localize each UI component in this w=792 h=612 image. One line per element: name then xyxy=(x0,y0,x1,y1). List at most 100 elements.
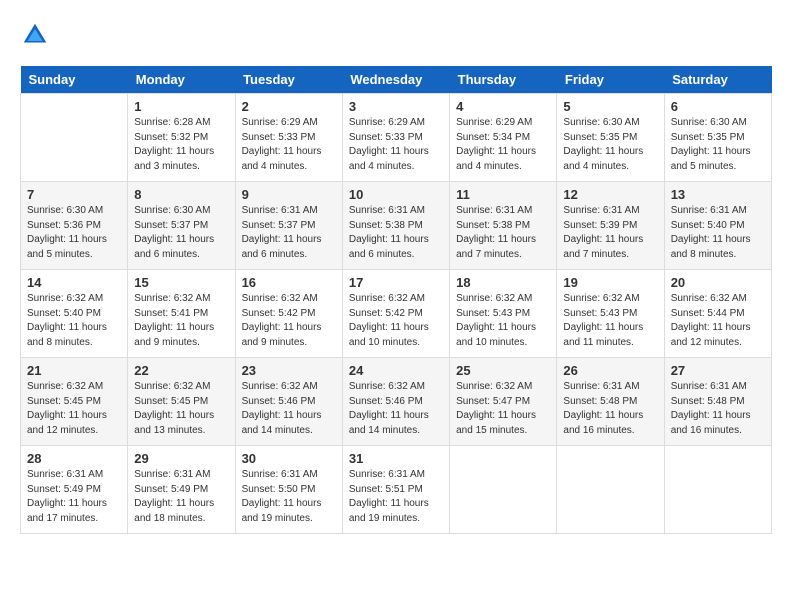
calendar-cell: 30 Sunrise: 6:31 AMSunset: 5:50 PMDayligh… xyxy=(235,446,342,534)
day-number: 19 xyxy=(563,275,657,290)
day-info: Sunrise: 6:28 AMSunset: 5:32 PMDaylight:… xyxy=(134,116,228,174)
calendar-table: SundayMondayTuesdayWednesdayThursdayFrid… xyxy=(20,66,772,534)
logo xyxy=(20,20,56,50)
day-info: Sunrise: 6:31 AMSunset: 5:38 PMDaylight:… xyxy=(349,204,443,262)
calendar-cell: 2 Sunrise: 6:29 AMSunset: 5:33 PMDaylight… xyxy=(235,94,342,182)
calendar-cell: 22 Sunrise: 6:32 AMSunset: 5:45 PMDayligh… xyxy=(128,358,235,446)
calendar-cell: 26Sunrise: 6:31 AMSunset: 5:48 PMDayligh… xyxy=(557,358,664,446)
day-info: Sunrise: 6:32 AMSunset: 5:43 PMDaylight:… xyxy=(456,292,550,350)
calendar-cell: 17Sunrise: 6:32 AMSunset: 5:42 PMDayligh… xyxy=(342,270,449,358)
day-info: Sunrise: 6:30 AMSunset: 5:35 PMDaylight:… xyxy=(671,116,765,174)
day-number: 6 xyxy=(671,99,765,114)
day-info: Sunrise: 6:31 AMSunset: 5:50 PMDaylight:… xyxy=(242,468,336,526)
calendar-cell: 27 Sunrise: 6:31 AMSunset: 5:48 PMDayligh… xyxy=(664,358,771,446)
logo-icon xyxy=(20,20,50,50)
calendar-cell: 12 Sunrise: 6:31 AMSunset: 5:39 PMDayligh… xyxy=(557,182,664,270)
header-sunday: Sunday xyxy=(21,66,128,94)
day-info: Sunrise: 6:30 AMSunset: 5:37 PMDaylight:… xyxy=(134,204,228,262)
day-number: 22 xyxy=(134,363,228,378)
day-info: Sunrise: 6:31 AMSunset: 5:39 PMDaylight:… xyxy=(563,204,657,262)
header-wednesday: Wednesday xyxy=(342,66,449,94)
day-number: 13 xyxy=(671,187,765,202)
day-number: 12 xyxy=(563,187,657,202)
calendar-cell: 28 Sunrise: 6:31 AMSunset: 5:49 PMDayligh… xyxy=(21,446,128,534)
calendar-cell xyxy=(557,446,664,534)
day-number: 21 xyxy=(27,363,121,378)
day-number: 17 xyxy=(349,275,443,290)
header-saturday: Saturday xyxy=(664,66,771,94)
calendar-cell: 3Sunrise: 6:29 AMSunset: 5:33 PMDaylight… xyxy=(342,94,449,182)
day-info: Sunrise: 6:31 AMSunset: 5:51 PMDaylight:… xyxy=(349,468,443,526)
day-number: 27 xyxy=(671,363,765,378)
calendar-cell: 11 Sunrise: 6:31 AMSunset: 5:38 PMDayligh… xyxy=(450,182,557,270)
calendar-cell: 4 Sunrise: 6:29 AMSunset: 5:34 PMDaylight… xyxy=(450,94,557,182)
day-info: Sunrise: 6:32 AMSunset: 5:43 PMDaylight:… xyxy=(563,292,657,350)
calendar-cell: 18Sunrise: 6:32 AMSunset: 5:43 PMDayligh… xyxy=(450,270,557,358)
calendar-cell xyxy=(450,446,557,534)
day-info: Sunrise: 6:29 AMSunset: 5:34 PMDaylight:… xyxy=(456,116,550,174)
day-number: 5 xyxy=(563,99,657,114)
calendar-cell: 24 Sunrise: 6:32 AMSunset: 5:46 PMDayligh… xyxy=(342,358,449,446)
calendar-cell: 15Sunrise: 6:32 AMSunset: 5:41 PMDayligh… xyxy=(128,270,235,358)
day-number: 11 xyxy=(456,187,550,202)
day-number: 9 xyxy=(242,187,336,202)
day-number: 7 xyxy=(27,187,121,202)
day-info: Sunrise: 6:32 AMSunset: 5:40 PMDaylight:… xyxy=(27,292,121,350)
calendar-cell: 13 Sunrise: 6:31 AMSunset: 5:40 PMDayligh… xyxy=(664,182,771,270)
week-row-2: 7 Sunrise: 6:30 AMSunset: 5:36 PMDaylight… xyxy=(21,182,772,270)
day-info: Sunrise: 6:30 AMSunset: 5:36 PMDaylight:… xyxy=(27,204,121,262)
day-info: Sunrise: 6:32 AMSunset: 5:47 PMDaylight:… xyxy=(456,380,550,438)
week-row-5: 28 Sunrise: 6:31 AMSunset: 5:49 PMDayligh… xyxy=(21,446,772,534)
day-number: 2 xyxy=(242,99,336,114)
page-header xyxy=(20,20,772,50)
calendar-header-row: SundayMondayTuesdayWednesdayThursdayFrid… xyxy=(21,66,772,94)
day-info: Sunrise: 6:29 AMSunset: 5:33 PMDaylight:… xyxy=(349,116,443,174)
day-info: Sunrise: 6:30 AMSunset: 5:35 PMDaylight:… xyxy=(563,116,657,174)
day-number: 29 xyxy=(134,451,228,466)
day-number: 25 xyxy=(456,363,550,378)
header-tuesday: Tuesday xyxy=(235,66,342,94)
day-info: Sunrise: 6:32 AMSunset: 5:41 PMDaylight:… xyxy=(134,292,228,350)
calendar-cell: 31 Sunrise: 6:31 AMSunset: 5:51 PMDayligh… xyxy=(342,446,449,534)
calendar-cell: 5 Sunrise: 6:30 AMSunset: 5:35 PMDaylight… xyxy=(557,94,664,182)
day-number: 30 xyxy=(242,451,336,466)
calendar-cell: 8Sunrise: 6:30 AMSunset: 5:37 PMDaylight… xyxy=(128,182,235,270)
calendar-cell: 21 Sunrise: 6:32 AMSunset: 5:45 PMDayligh… xyxy=(21,358,128,446)
day-number: 31 xyxy=(349,451,443,466)
day-info: Sunrise: 6:31 AMSunset: 5:40 PMDaylight:… xyxy=(671,204,765,262)
day-info: Sunrise: 6:32 AMSunset: 5:45 PMDaylight:… xyxy=(134,380,228,438)
day-info: Sunrise: 6:31 AMSunset: 5:49 PMDaylight:… xyxy=(134,468,228,526)
calendar-cell: 10 Sunrise: 6:31 AMSunset: 5:38 PMDayligh… xyxy=(342,182,449,270)
day-number: 1 xyxy=(134,99,228,114)
calendar-cell xyxy=(21,94,128,182)
day-number: 14 xyxy=(27,275,121,290)
calendar-cell: 7 Sunrise: 6:30 AMSunset: 5:36 PMDaylight… xyxy=(21,182,128,270)
calendar-cell: 9 Sunrise: 6:31 AMSunset: 5:37 PMDaylight… xyxy=(235,182,342,270)
day-info: Sunrise: 6:29 AMSunset: 5:33 PMDaylight:… xyxy=(242,116,336,174)
day-info: Sunrise: 6:32 AMSunset: 5:45 PMDaylight:… xyxy=(27,380,121,438)
week-row-1: 1 Sunrise: 6:28 AMSunset: 5:32 PMDaylight… xyxy=(21,94,772,182)
day-number: 16 xyxy=(242,275,336,290)
day-info: Sunrise: 6:32 AMSunset: 5:44 PMDaylight:… xyxy=(671,292,765,350)
day-info: Sunrise: 6:31 AMSunset: 5:38 PMDaylight:… xyxy=(456,204,550,262)
calendar-cell: 14 Sunrise: 6:32 AMSunset: 5:40 PMDayligh… xyxy=(21,270,128,358)
day-number: 10 xyxy=(349,187,443,202)
calendar-cell: 29 Sunrise: 6:31 AMSunset: 5:49 PMDayligh… xyxy=(128,446,235,534)
day-info: Sunrise: 6:32 AMSunset: 5:46 PMDaylight:… xyxy=(349,380,443,438)
day-number: 24 xyxy=(349,363,443,378)
calendar-cell: 6 Sunrise: 6:30 AMSunset: 5:35 PMDaylight… xyxy=(664,94,771,182)
calendar-cell xyxy=(664,446,771,534)
week-row-4: 21 Sunrise: 6:32 AMSunset: 5:45 PMDayligh… xyxy=(21,358,772,446)
day-number: 20 xyxy=(671,275,765,290)
page-container: SundayMondayTuesdayWednesdayThursdayFrid… xyxy=(20,20,772,534)
calendar-cell: 20 Sunrise: 6:32 AMSunset: 5:44 PMDayligh… xyxy=(664,270,771,358)
day-info: Sunrise: 6:32 AMSunset: 5:46 PMDaylight:… xyxy=(242,380,336,438)
header-monday: Monday xyxy=(128,66,235,94)
day-info: Sunrise: 6:31 AMSunset: 5:49 PMDaylight:… xyxy=(27,468,121,526)
day-number: 26 xyxy=(563,363,657,378)
day-number: 4 xyxy=(456,99,550,114)
day-number: 28 xyxy=(27,451,121,466)
calendar-cell: 25 Sunrise: 6:32 AMSunset: 5:47 PMDayligh… xyxy=(450,358,557,446)
day-info: Sunrise: 6:31 AMSunset: 5:48 PMDaylight:… xyxy=(671,380,765,438)
day-info: Sunrise: 6:31 AMSunset: 5:37 PMDaylight:… xyxy=(242,204,336,262)
